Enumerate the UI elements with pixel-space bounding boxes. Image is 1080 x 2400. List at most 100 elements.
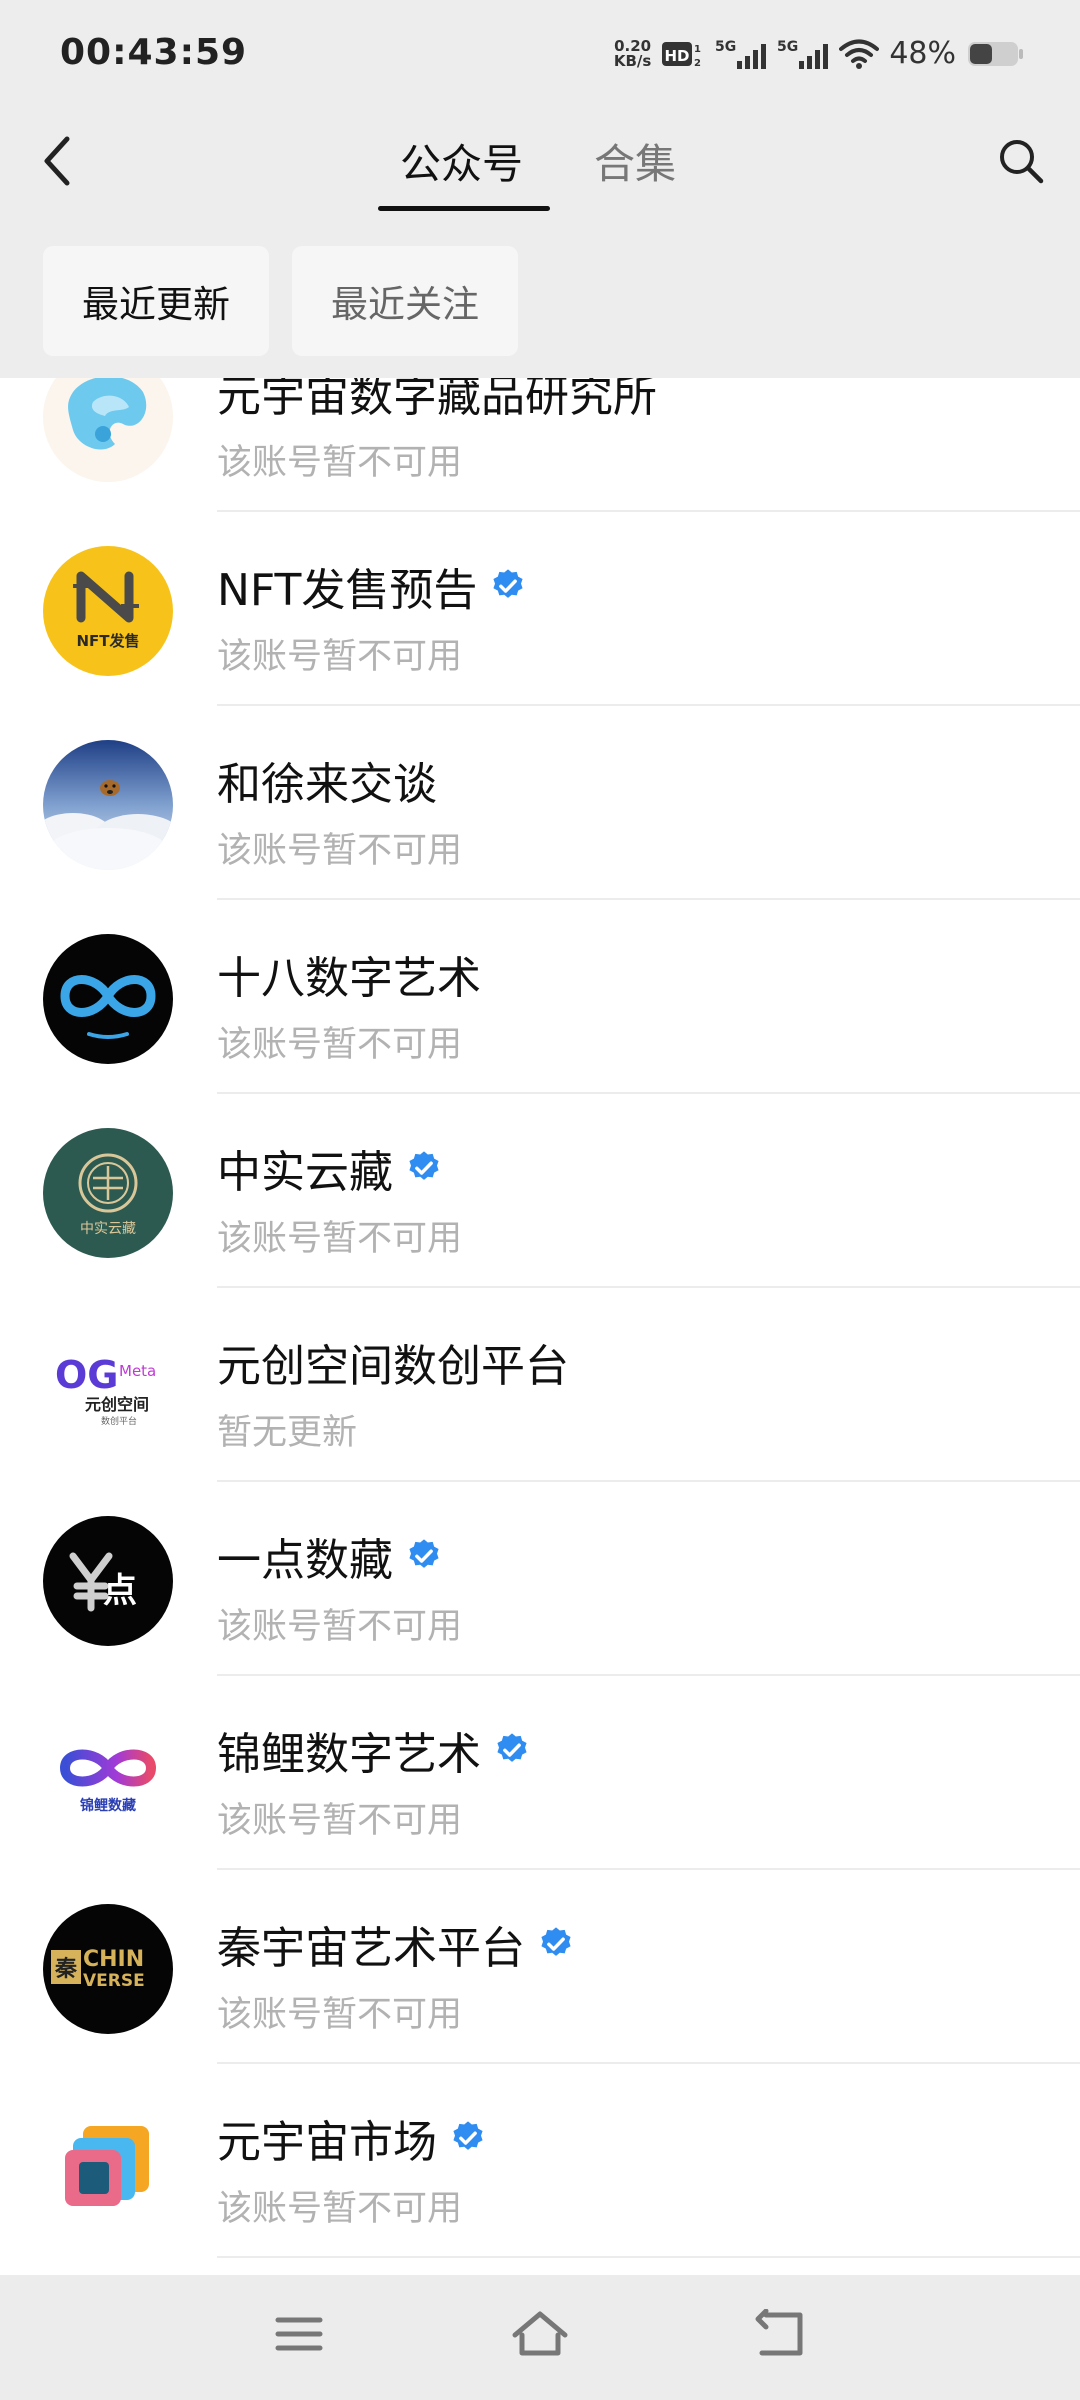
account-status: 该账号暂不可用 <box>217 2189 463 2229</box>
filter-recent-follows[interactable]: 最近关注 <box>292 246 518 356</box>
account-name: 一点数藏 <box>217 1524 443 1588</box>
verified-badge-icon <box>493 1731 531 1769</box>
system-nav-bar <box>0 2275 1080 2400</box>
status-time: 00:43:59 <box>60 32 248 73</box>
home-icon <box>510 2309 570 2363</box>
tab-bar: 公众号 合集 <box>0 110 1080 220</box>
account-status: 该账号暂不可用 <box>217 1025 463 1065</box>
infinity-logo-avatar <box>43 934 173 1064</box>
svg-text:HD: HD <box>665 47 690 65</box>
svg-text:秦: 秦 <box>54 1957 78 1982</box>
active-tab-indicator <box>378 206 550 211</box>
colorful-cards-avatar <box>43 2098 173 2228</box>
filter-row: 最近更新 最近关注 <box>0 246 1080 356</box>
battery-icon <box>966 39 1024 69</box>
dog-on-cloud-avatar <box>43 740 173 870</box>
account-name-text: 一点数藏 <box>217 1535 393 1586</box>
network-speed-unit: KB/s <box>613 51 652 70</box>
list-item[interactable]: 和徐来交谈 该账号暂不可用 <box>0 706 1080 900</box>
account-status: 该账号暂不可用 <box>217 1607 463 1647</box>
list-item[interactable]: 元宇宙市场 该账号暂不可用 <box>0 2064 1080 2258</box>
list-item[interactable]: 十八数字艺术 该账号暂不可用 <box>0 900 1080 1094</box>
account-status: 该账号暂不可用 <box>217 443 463 483</box>
account-status: 该账号暂不可用 <box>217 1995 463 2035</box>
signal-5g-icon: 5G <box>777 37 829 71</box>
verified-badge-icon <box>489 567 527 605</box>
svg-text:OG: OG <box>55 1353 119 1397</box>
chinverse-logo-avatar: 秦 CHIN VERSE <box>43 1904 173 2034</box>
account-name: 锦鲤数字艺术 <box>217 1718 531 1782</box>
wifi-icon <box>839 38 880 70</box>
list-item[interactable]: NFT发售 NFT发售预告 该账号暂不可用 <box>0 512 1080 706</box>
list-item[interactable]: 点 一点数藏 该账号暂不可用 <box>0 1482 1080 1676</box>
svg-text:CHIN: CHIN <box>83 1947 144 1972</box>
account-name: 元宇宙市场 <box>217 2106 487 2170</box>
account-name: 和徐来交谈 <box>217 748 437 812</box>
nav-bar: 公众号 合集 <box>0 110 1080 220</box>
svg-text:Meta: Meta <box>119 1362 156 1380</box>
network-speed: 0.20 KB/s <box>613 38 652 70</box>
svg-text:VERSE: VERSE <box>83 1971 145 1991</box>
chevron-left-icon <box>37 133 77 193</box>
search-icon <box>996 136 1046 190</box>
green-seal-avatar: 中实云藏 <box>43 1128 173 1258</box>
list-item[interactable]: OG Meta 元创空间 数创平台 元创空间数创平台 暂无更新 <box>0 1288 1080 1482</box>
svg-text:数创平台: 数创平台 <box>101 1415 137 1427</box>
header: 00:43:59 0.20 KB/s HD 1 2 5G 5G 48% 公众号 … <box>0 0 1080 378</box>
nft-yellow-logo-avatar: NFT发售 <box>43 546 173 676</box>
svg-text:5G: 5G <box>715 39 736 55</box>
svg-text:点: 点 <box>103 1571 137 1611</box>
account-name: NFT发售预告 <box>217 554 527 618</box>
svg-text:1: 1 <box>694 44 701 55</box>
account-status: 该账号暂不可用 <box>217 831 463 871</box>
list-item[interactable]: 锦鲤数藏 锦鲤数字艺术 该账号暂不可用 <box>0 1676 1080 1870</box>
account-name-text: 和徐来交谈 <box>217 759 437 810</box>
menu-button[interactable] <box>264 2301 334 2371</box>
filter-recent-updates[interactable]: 最近更新 <box>43 246 269 356</box>
account-name-text: 元宇宙市场 <box>217 2117 437 2168</box>
koi-infinity-logo-avatar: 锦鲤数藏 <box>43 1710 173 1840</box>
verified-badge-icon <box>449 2119 487 2157</box>
battery-percent: 48% <box>889 36 956 71</box>
svg-text:中实云藏: 中实云藏 <box>80 1221 136 1237</box>
account-status: 该账号暂不可用 <box>217 637 463 677</box>
account-name-text: 中实云藏 <box>217 1147 393 1198</box>
divider <box>217 2256 1080 2258</box>
account-status: 该账号暂不可用 <box>217 1219 463 1259</box>
account-status: 该账号暂不可用 <box>217 1801 463 1841</box>
verified-badge-icon <box>405 1537 443 1575</box>
account-name: 元创空间数创平台 <box>217 1330 569 1394</box>
search-button[interactable] <box>986 128 1056 198</box>
svg-text:NFT发售: NFT发售 <box>76 632 139 650</box>
list-item[interactable]: 秦 CHIN VERSE 秦宇宙艺术平台 该账号暂不可用 <box>0 1870 1080 2064</box>
signal-5g-icon: 5G <box>715 37 767 71</box>
hd-icon: HD 1 2 <box>661 38 705 70</box>
verified-badge-icon <box>405 1149 443 1187</box>
tab-collections[interactable]: 合集 <box>594 130 676 190</box>
return-icon <box>752 2308 808 2363</box>
account-name: 中实云藏 <box>217 1136 443 1200</box>
list-item[interactable]: 中实云藏 中实云藏 该账号暂不可用 <box>0 1094 1080 1288</box>
back-button[interactable] <box>22 128 92 198</box>
account-name-text: 元创空间数创平台 <box>217 1341 569 1392</box>
return-button[interactable] <box>745 2301 815 2371</box>
tab-official-accounts[interactable]: 公众号 <box>400 130 523 190</box>
verified-badge-icon <box>537 1925 575 1963</box>
account-name-text: 十八数字艺术 <box>217 953 481 1004</box>
status-icons: 0.20 KB/s HD 1 2 5G 5G 48% <box>614 36 1024 71</box>
account-name: 秦宇宙艺术平台 <box>217 1912 575 1976</box>
home-button[interactable] <box>505 2301 575 2371</box>
yidian-logo-avatar: 点 <box>43 1516 173 1646</box>
menu-icon <box>274 2312 324 2360</box>
svg-text:元创空间: 元创空间 <box>85 1395 149 1414</box>
account-name-text: 锦鲤数字艺术 <box>217 1729 481 1780</box>
account-name-text: 秦宇宙艺术平台 <box>217 1923 525 1974</box>
account-status: 暂无更新 <box>217 1413 358 1453</box>
svg-text:锦鲤数藏: 锦鲤数藏 <box>80 1797 136 1814</box>
svg-text:5G: 5G <box>777 39 798 55</box>
og-meta-logo-avatar: OG Meta 元创空间 数创平台 <box>43 1322 173 1452</box>
account-name: 十八数字艺术 <box>217 942 481 1006</box>
account-name-text: NFT发售预告 <box>217 565 478 616</box>
status-bar: 00:43:59 0.20 KB/s HD 1 2 5G 5G 48% <box>0 0 1080 110</box>
svg-text:2: 2 <box>694 58 701 69</box>
